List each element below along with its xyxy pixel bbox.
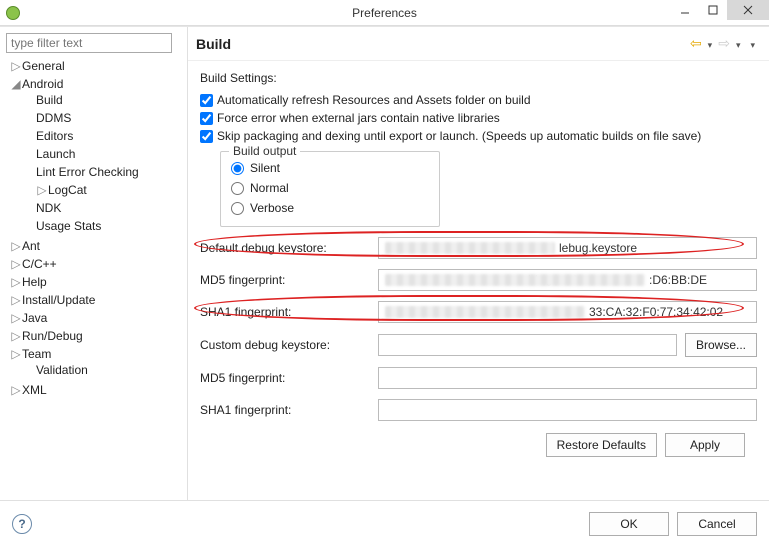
sidebar: ▷General ◢Android Build DDMS Editors Lau…	[0, 27, 188, 500]
apply-button[interactable]: Apply	[665, 433, 745, 457]
build-output-group: Build output Silent Normal Verbose	[220, 151, 440, 227]
minimize-button[interactable]	[671, 0, 699, 20]
radio-verbose[interactable]: Verbose	[231, 198, 429, 218]
field-md5-custom	[378, 367, 757, 389]
page-menu-icon[interactable]	[748, 37, 757, 51]
label-default-keystore: Default debug keystore:	[200, 241, 370, 255]
tree-item-xml[interactable]: ▷XML	[6, 381, 181, 399]
expand-icon[interactable]: ▷	[10, 383, 22, 397]
tree-item-install[interactable]: ▷Install/Update	[6, 291, 181, 309]
app-icon	[6, 6, 20, 20]
radio-silent[interactable]: Silent	[231, 158, 429, 178]
label-md5: MD5 fingerprint:	[200, 273, 370, 287]
expand-icon[interactable]: ▷	[10, 239, 22, 253]
checkbox-skip-packaging[interactable]: Skip packaging and dexing until export o…	[200, 127, 757, 145]
tree-item-help[interactable]: ▷Help	[6, 273, 181, 291]
help-icon[interactable]: ?	[12, 514, 32, 534]
nav-back-icon[interactable]: ⇦	[688, 35, 704, 52]
window-title: Preferences	[352, 6, 417, 20]
tree-item-ant[interactable]: ▷Ant	[6, 237, 181, 255]
nav-forward-icon[interactable]: ⇨	[716, 35, 732, 52]
field-sha1: 33:CA:32:F0:77:34:42:02	[378, 301, 757, 323]
dialog-footer: ? OK Cancel	[0, 500, 769, 546]
radio-normal[interactable]: Normal	[231, 178, 429, 198]
tree-item-ddms[interactable]: DDMS	[32, 109, 181, 127]
checkbox-force-error[interactable]: Force error when external jars contain n…	[200, 109, 757, 127]
tree-item-build[interactable]: Build	[32, 91, 181, 109]
field-default-keystore: lebug.keystore	[378, 237, 757, 259]
expand-icon[interactable]: ▷	[10, 59, 22, 73]
expand-icon[interactable]: ▷	[10, 329, 22, 343]
tree-item-rundebug[interactable]: ▷Run/Debug	[6, 327, 181, 345]
label-custom-keystore: Custom debug keystore:	[200, 338, 370, 352]
ok-button[interactable]: OK	[589, 512, 669, 536]
label-md5-custom: MD5 fingerprint:	[200, 371, 370, 385]
tree-item-validation[interactable]: Validation	[32, 361, 181, 379]
restore-defaults-button[interactable]: Restore Defaults	[546, 433, 657, 457]
tree-item-launch[interactable]: Launch	[32, 145, 181, 163]
field-md5: blog.csdn.net :D6:BB:DE	[378, 269, 757, 291]
collapse-icon[interactable]: ◢	[10, 77, 22, 91]
tree-item-general[interactable]: ▷General	[6, 57, 181, 75]
tree-item-ccpp[interactable]: ▷C/C++	[6, 255, 181, 273]
group-legend: Build output	[229, 144, 300, 158]
label-sha1: SHA1 fingerprint:	[200, 305, 370, 319]
tree-item-usage[interactable]: Usage Stats	[32, 217, 181, 235]
tree-item-logcat[interactable]: ▷LogCat	[32, 181, 181, 199]
browse-button[interactable]: Browse...	[685, 333, 757, 357]
expand-icon[interactable]: ▷	[10, 275, 22, 289]
tree-item-java[interactable]: ▷Java	[6, 309, 181, 327]
cancel-button[interactable]: Cancel	[677, 512, 757, 536]
tree-item-team[interactable]: ▷Team Validation	[6, 345, 181, 381]
content: Build ⇦ ⇨ Build Settings: Automatically …	[188, 27, 769, 500]
filter-input[interactable]	[6, 33, 172, 53]
expand-icon[interactable]: ▷	[36, 183, 48, 197]
maximize-button[interactable]	[699, 0, 727, 20]
tree-item-editors[interactable]: Editors	[32, 127, 181, 145]
close-button[interactable]	[727, 0, 769, 20]
tree-item-android[interactable]: ◢Android Build DDMS Editors Launch Lint …	[6, 75, 181, 237]
preference-tree: ▷General ◢Android Build DDMS Editors Lau…	[6, 57, 181, 399]
expand-icon[interactable]: ▷	[10, 311, 22, 325]
page-title: Build	[196, 36, 231, 52]
expand-icon[interactable]: ▷	[10, 347, 22, 361]
nav-forward-menu[interactable]	[734, 37, 743, 51]
checkbox-auto-refresh[interactable]: Automatically refresh Resources and Asse…	[200, 91, 757, 109]
input-custom-keystore[interactable]	[378, 334, 677, 356]
expand-icon[interactable]: ▷	[10, 257, 22, 271]
tree-item-ndk[interactable]: NDK	[32, 199, 181, 217]
label-sha1-custom: SHA1 fingerprint:	[200, 403, 370, 417]
titlebar: Preferences	[0, 0, 769, 26]
tree-item-lint[interactable]: Lint Error Checking	[32, 163, 181, 181]
field-sha1-custom	[378, 399, 757, 421]
build-settings-label: Build Settings:	[200, 71, 757, 85]
expand-icon[interactable]: ▷	[10, 293, 22, 307]
nav-back-menu[interactable]	[706, 37, 715, 51]
